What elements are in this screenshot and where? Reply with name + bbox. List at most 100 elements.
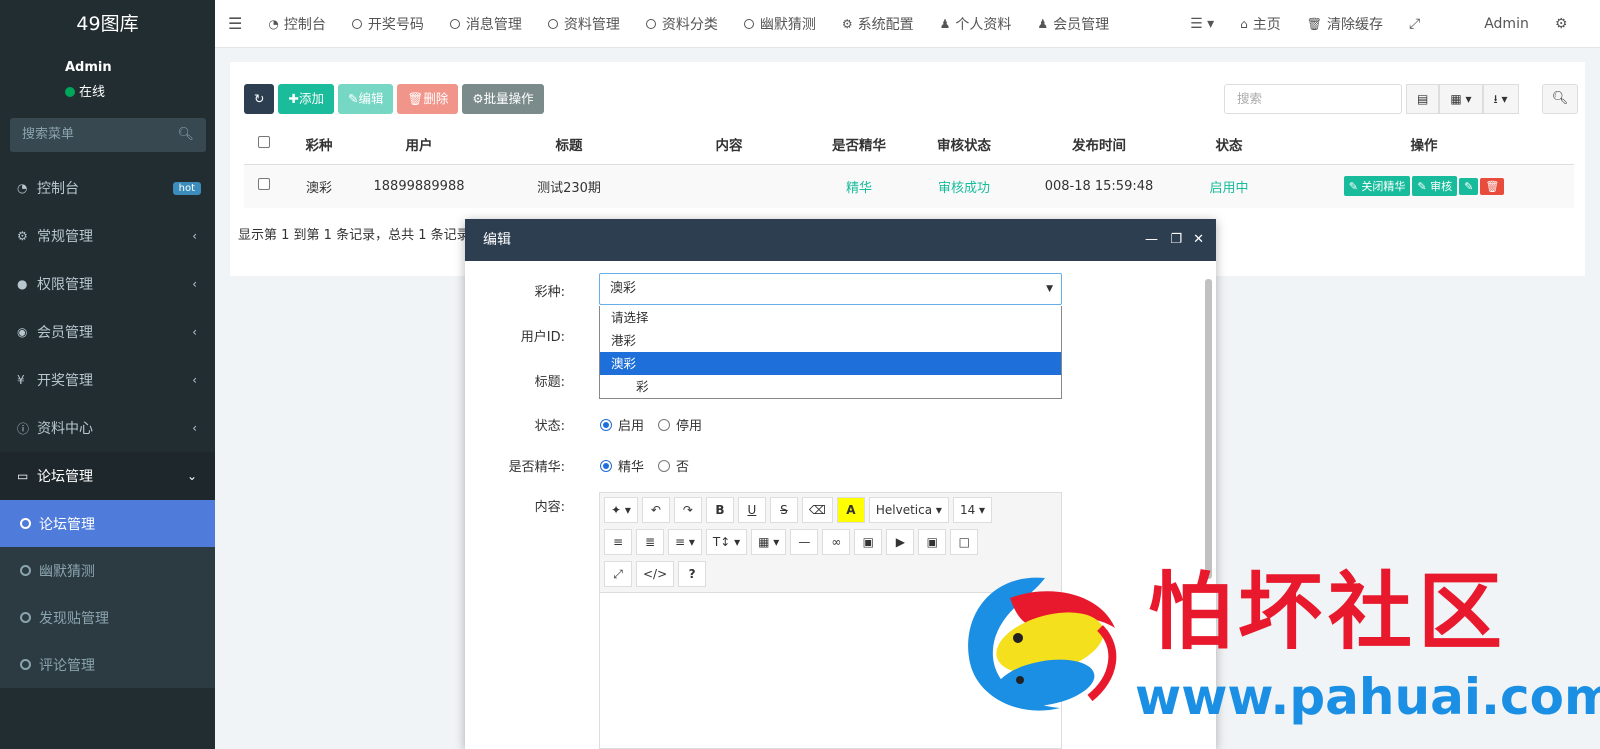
list-dropdown-icon[interactable]: ☰ ▾ [1177, 16, 1227, 32]
row-delete-button[interactable]: 🗑︎ [1480, 178, 1505, 196]
cell-actions: ✎ 关闭精华 ✎ 审核 ✎ 🗑︎ [1274, 164, 1574, 208]
topnav-members[interactable]: ♟ 会员管理 [1024, 14, 1122, 34]
sidebar-item-dashboard[interactable]: ◔ 控制台 hot [0, 164, 215, 212]
topnav-home[interactable]: ⌂ 主页 [1227, 14, 1294, 34]
row-edit-button[interactable]: ✎ [1459, 178, 1479, 196]
review-button[interactable]: ✎ 审核 [1412, 176, 1458, 197]
col-content[interactable]: 内容 [654, 124, 804, 165]
sidebar-subitem-discover[interactable]: 发现贴管理 [0, 594, 215, 641]
export-icon[interactable]: ⭳ ▾ [1482, 84, 1519, 114]
table-icon[interactable]: ▦ ▾ [751, 529, 787, 555]
topnav-admin[interactable]: Admin [1471, 16, 1542, 32]
topnav-humor[interactable]: 幽默猜测 [731, 14, 829, 34]
menu-search-input[interactable]: 搜索菜单 🔍︎ [10, 118, 206, 152]
minimize-icon[interactable]: — [1145, 219, 1158, 261]
bold-icon[interactable]: B [705, 497, 734, 523]
batch-button[interactable]: ⚙批量操作 [462, 84, 544, 114]
col-status[interactable]: 状态 [1184, 124, 1274, 165]
topnav-system-config[interactable]: ⚙ 系统配置 [829, 14, 927, 34]
underline-icon[interactable]: U [737, 497, 766, 523]
sidebar-item-members[interactable]: ◉ 会员管理 ‹ [0, 308, 215, 356]
align-icon[interactable]: ≡ ▾ [668, 529, 702, 555]
sidebar-subitem-humor[interactable]: 幽默猜测 [0, 547, 215, 594]
line-height-icon[interactable]: T↕ ▾ [705, 529, 748, 555]
radio-icon [658, 459, 670, 472]
magic-wand-icon[interactable]: ✦ ▾ [604, 497, 638, 523]
row-checkbox[interactable] [244, 164, 284, 208]
plus-icon: ✚ [288, 91, 299, 106]
topnav-dashboard[interactable]: ◔ 控制台 [255, 14, 338, 34]
essence-radio-yes[interactable]: 精华 [600, 456, 644, 475]
unordered-list-icon[interactable]: ≡ [604, 529, 632, 555]
code-view-icon[interactable]: </> [636, 561, 675, 587]
topnav-lottery-numbers[interactable]: 开奖号码 [339, 14, 437, 34]
topnav-categories[interactable]: 资料分类 [633, 14, 731, 34]
option-macau[interactable]: 澳彩 [600, 352, 1061, 375]
insert-image-icon[interactable]: ▣ [918, 529, 947, 555]
ordered-list-icon[interactable]: ≣ [636, 529, 664, 555]
sidebar-item-forum[interactable]: ▭ 论坛管理 ⌄ [0, 452, 215, 500]
eraser-icon[interactable]: ⌫ [801, 497, 833, 523]
option-placeholder[interactable]: 请选择 [600, 306, 1061, 329]
table-row[interactable]: 澳彩 18899889988 测试230期 精华 审核成功 008-18 15:… [244, 164, 1574, 208]
close-icon[interactable]: ✕ [1193, 219, 1204, 261]
col-lottery[interactable]: 彩种 [284, 124, 354, 165]
edit-button[interactable]: ✎编辑 [337, 84, 394, 114]
status-radio-disabled[interactable]: 停用 [658, 415, 702, 434]
file-icon[interactable]: □ [950, 529, 979, 555]
settings-gear-icon[interactable]: ⚙ [1542, 16, 1581, 32]
close-essence-button[interactable]: ✎ 关闭精华 [1343, 176, 1411, 197]
font-color-icon[interactable]: A [836, 497, 865, 523]
delete-button[interactable]: 🗑︎删除 [397, 84, 459, 114]
sidebar-item-lottery[interactable]: ¥ 开奖管理 ‹ [0, 356, 215, 404]
refresh-button[interactable]: ↻ [244, 84, 275, 114]
essence-radio-no[interactable]: 否 [658, 456, 689, 475]
toggle-view-icon[interactable]: ▤ [1406, 84, 1440, 114]
option-hk[interactable]: 港彩 [600, 329, 1061, 352]
modal-title: 编辑 [483, 232, 511, 248]
search-icon[interactable]: 🔍︎ [177, 118, 194, 152]
font-family-select[interactable]: Helvetica ▾ [868, 497, 949, 523]
help-icon[interactable]: ? [678, 561, 707, 587]
fullscreen-icon[interactable]: ⤢ [1396, 16, 1433, 32]
label-title: 标题: [534, 375, 565, 390]
sidebar-item-permission[interactable]: ● 权限管理 ‹ [0, 260, 215, 308]
columns-icon[interactable]: ▦ ▾ [1439, 84, 1483, 114]
topnav-materials[interactable]: 资料管理 [535, 14, 633, 34]
fullscreen-icon[interactable]: ⤢ [604, 561, 632, 587]
sidebar-subitem-comments[interactable]: 评论管理 [0, 641, 215, 688]
add-button[interactable]: ✚添加 [278, 84, 334, 114]
topnav-profile[interactable]: ♟ 个人资料 [927, 14, 1025, 34]
pencil-icon: ✎ [347, 91, 359, 106]
video-icon[interactable]: ▶ [886, 529, 915, 555]
lottery-select[interactable]: 澳彩 ▼ [599, 273, 1062, 305]
col-user[interactable]: 用户 [354, 124, 484, 165]
sidebar-subitem-forum[interactable]: 论坛管理 [0, 500, 215, 547]
option-other[interactable]: 彩 [600, 375, 1061, 398]
strikethrough-icon[interactable]: S [769, 497, 798, 523]
col-title[interactable]: 标题 [484, 124, 654, 165]
scrollbar-thumb[interactable] [1205, 279, 1212, 579]
search-button[interactable]: 🔍︎ [1542, 84, 1578, 114]
topnav-clear-cache[interactable]: 🗑︎ 清除缓存 [1294, 14, 1396, 34]
maximize-icon[interactable]: ❐ [1170, 219, 1182, 261]
redo-icon[interactable]: ↷ [673, 497, 702, 523]
col-essence[interactable]: 是否精华 [804, 124, 914, 165]
status-radio-enabled[interactable]: 启用 [600, 415, 644, 434]
col-time[interactable]: 发布时间 [1014, 124, 1184, 165]
circle-icon [743, 18, 754, 29]
link-icon[interactable]: ∞ [822, 529, 851, 555]
menu-toggle-icon[interactable]: ☰ [215, 14, 255, 33]
app-logo[interactable]: 49图库 [0, 0, 215, 50]
horizontal-rule-icon[interactable]: — [790, 529, 819, 555]
topnav-messages[interactable]: 消息管理 [437, 14, 535, 34]
sidebar-item-general[interactable]: ⚙ 常规管理 ‹ [0, 212, 215, 260]
sidebar-item-info[interactable]: ⓘ 资料中心 ‹ [0, 404, 215, 452]
col-review[interactable]: 审核状态 [914, 124, 1014, 165]
label-status: 状态: [534, 419, 565, 434]
table-search-input[interactable]: 搜索 [1224, 84, 1402, 114]
image-icon[interactable]: ▣ [854, 529, 883, 555]
select-all-checkbox[interactable] [244, 124, 284, 165]
font-size-select[interactable]: 14 ▾ [952, 497, 993, 523]
undo-icon[interactable]: ↶ [641, 497, 670, 523]
